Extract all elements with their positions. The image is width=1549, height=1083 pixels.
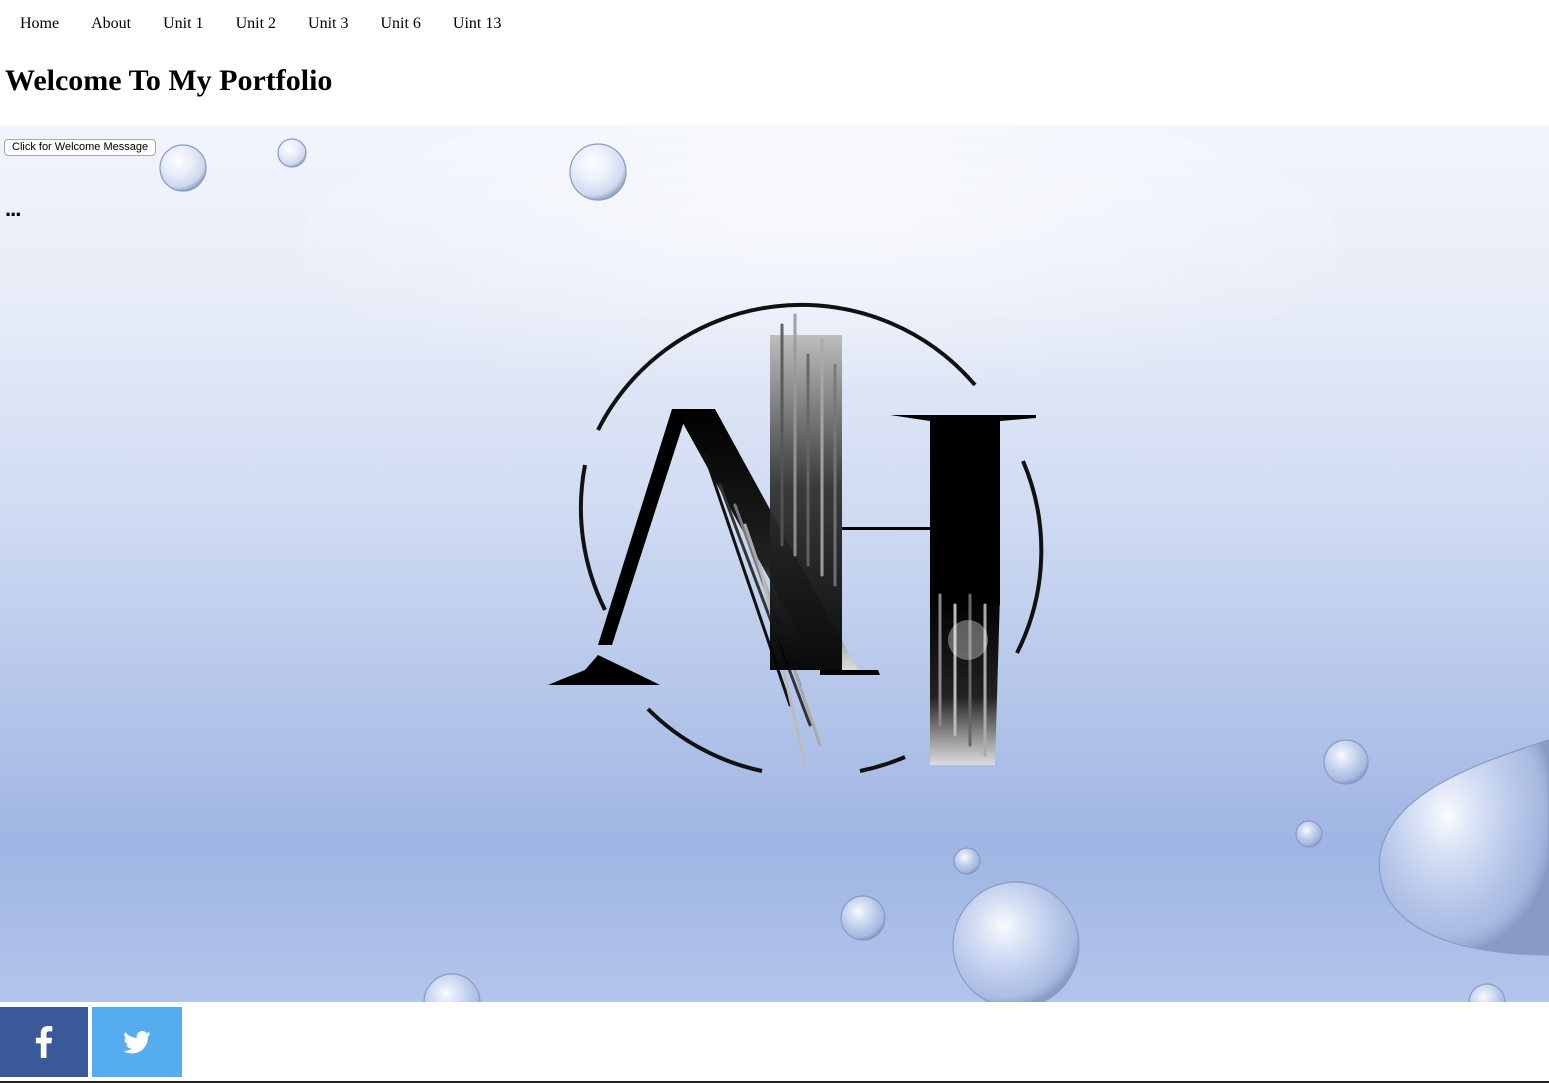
nav-link-unit-3[interactable]: Unit 3 bbox=[308, 15, 348, 33]
nav-link-unit-13[interactable]: Uint 13 bbox=[453, 15, 501, 33]
nav-link-about[interactable]: About bbox=[91, 15, 131, 33]
top-nav: Home About Unit 1 Unit 2 Unit 3 Unit 6 U… bbox=[0, 0, 533, 48]
hero-background-image bbox=[0, 125, 1549, 1002]
nav-link-unit-6[interactable]: Unit 6 bbox=[380, 15, 420, 33]
welcome-message-button[interactable]: Click for Welcome Message bbox=[4, 139, 157, 156]
twitter-icon bbox=[123, 1030, 151, 1053]
nav-link-unit-1[interactable]: Unit 1 bbox=[163, 15, 203, 33]
nav-link-home[interactable]: Home bbox=[20, 15, 59, 33]
facebook-share-button[interactable] bbox=[0, 1007, 88, 1077]
nav-link-unit-2[interactable]: Unit 2 bbox=[236, 15, 276, 33]
facebook-icon bbox=[35, 1026, 53, 1058]
water-drops-logo-image bbox=[159, 125, 1549, 1002]
twitter-share-button[interactable] bbox=[92, 1007, 182, 1077]
page-title: Welcome To My Portfolio bbox=[5, 64, 333, 97]
welcome-message-output: ... bbox=[5, 196, 21, 221]
